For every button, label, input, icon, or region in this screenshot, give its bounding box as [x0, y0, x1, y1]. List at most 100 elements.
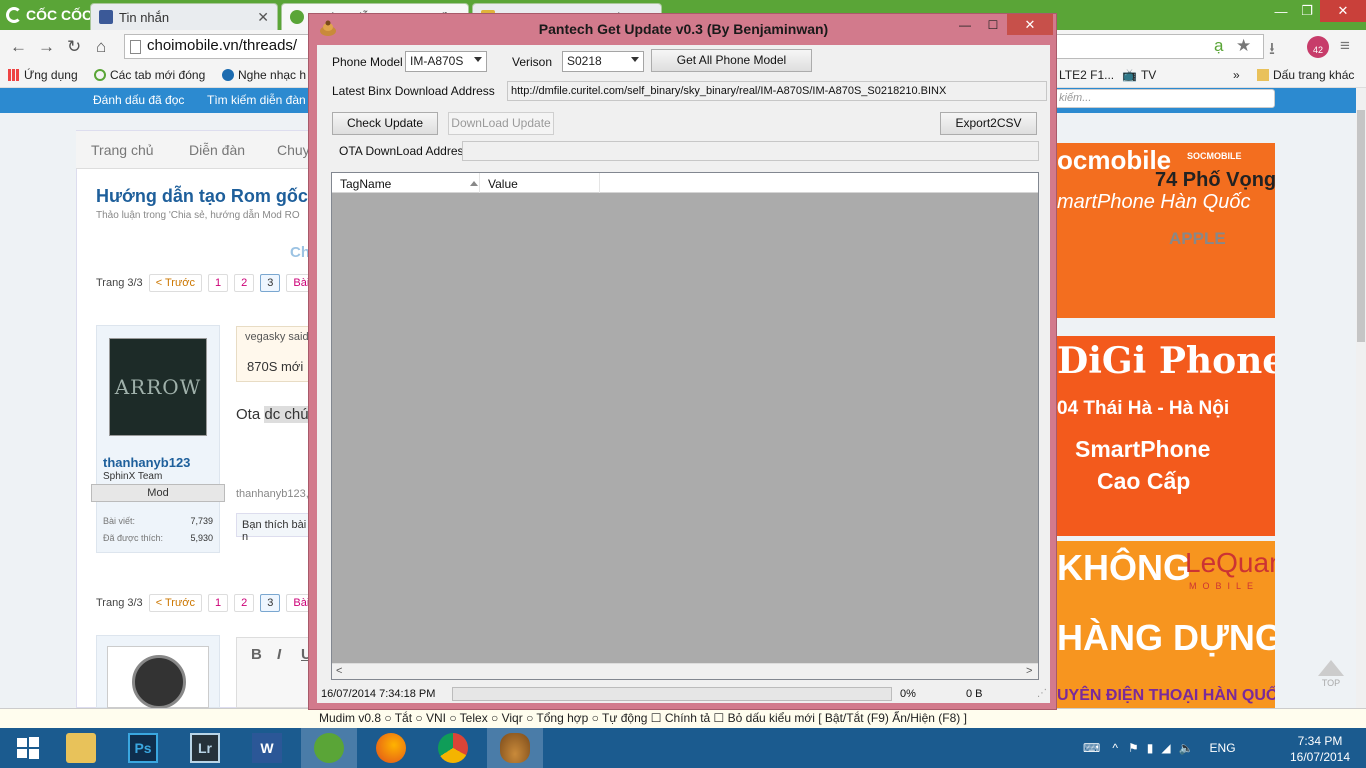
version-select[interactable]: S0218 [562, 51, 644, 72]
flag-icon[interactable]: ⚑ [1128, 741, 1139, 755]
taskbar-chrome[interactable] [425, 728, 481, 768]
taskbar-explorer[interactable] [53, 728, 109, 768]
battery-icon[interactable]: ▮ [1147, 741, 1154, 755]
column-header-tagname[interactable]: TagName [332, 173, 480, 193]
start-button[interactable] [0, 728, 56, 768]
resize-grip-icon[interactable]: ⋰ [1037, 688, 1047, 699]
bookmark-other[interactable]: Dấu trang khác [1257, 68, 1354, 82]
page-link-current[interactable]: 3 [260, 274, 281, 292]
bold-button[interactable]: B [251, 646, 262, 663]
horizontal-scrollbar[interactable]: < > [332, 663, 1038, 679]
coccoc-a-icon[interactable]: ạ [1214, 36, 1223, 56]
site-search-input[interactable]: kiếm... [1050, 89, 1275, 108]
page-indicator: Trang 3/3 [96, 277, 143, 289]
breadcrumb-category[interactable]: Chuy [277, 142, 310, 158]
bookmark-star-icon[interactable]: ★ [1236, 36, 1251, 56]
nav-search-forum[interactable]: Tìm kiếm diễn đàn [207, 93, 306, 107]
taskbar-firefox[interactable] [363, 728, 419, 768]
quote-author[interactable]: vegasky said [245, 331, 309, 343]
coccoc-icon [314, 733, 344, 763]
taskbar-lightroom[interactable]: Lr [177, 728, 233, 768]
ime-options[interactable]: Mudim v0.8 ○ Tắt ○ VNI ○ Telex ○ Viqr ○ … [319, 711, 967, 725]
app-close-button[interactable]: ✕ [1007, 14, 1053, 35]
browser-close-button[interactable]: ✕ [1320, 0, 1366, 22]
windows-taskbar: Ps Lr W ⌨ ^ ⚑ ▮ ◢ 🔈 ENG [0, 728, 1366, 768]
reload-icon[interactable]: ↻ [67, 37, 81, 57]
section-heading: Ch [290, 244, 310, 261]
page-link[interactable]: 1 [208, 594, 229, 612]
page-link[interactable]: 1 [208, 274, 229, 292]
taskbar-photoshop[interactable]: Ps [115, 728, 171, 768]
app-title: Pantech Get Update v0.3 (By Benjaminwan) [538, 21, 829, 37]
back-icon[interactable]: ← [10, 37, 27, 57]
bookmark-lte2[interactable]: LTE2 F1... [1059, 68, 1114, 82]
column-header-value[interactable]: Value [480, 173, 600, 193]
taskbar-word[interactable]: W [239, 728, 295, 768]
app-minimize-icon[interactable]: — [951, 14, 979, 36]
folder-icon [1257, 69, 1269, 81]
check-update-button[interactable]: Check Update [332, 112, 438, 135]
ad-banner-lequan[interactable]: KHÔNG LeQuan MOBILE HÀNG DỰNG UYÊN ĐIỆN … [1057, 541, 1275, 708]
browser-logo[interactable]: CỐC CỐC [6, 4, 92, 26]
word-icon: W [252, 733, 282, 763]
restore-icon[interactable]: ❐ [1292, 0, 1322, 22]
avatar[interactable]: ARROW [109, 338, 207, 436]
bookmark-apps[interactable]: Ứng dụng [8, 68, 78, 82]
home-icon[interactable]: ⌂ [96, 37, 106, 57]
reply-editor[interactable]: B I U [236, 637, 316, 708]
bookmark-music[interactable]: Nghe nhạc h [222, 68, 306, 82]
taskbar-coccoc[interactable] [301, 728, 357, 768]
ota-address-field[interactable] [462, 141, 1039, 161]
breadcrumb-forum[interactable]: Diễn đàn [189, 142, 245, 158]
notification-icon[interactable]: 42 [1307, 36, 1329, 58]
taskbar-clock[interactable]: 7:34 PM 16/07/2014 [1288, 733, 1352, 765]
prev-page-link[interactable]: < Trước [148, 274, 203, 292]
get-all-phone-model-button[interactable]: Get All Phone Model [651, 49, 812, 72]
tag-list-view[interactable]: TagName Value < > [331, 172, 1039, 680]
italic-button[interactable]: I [277, 646, 281, 663]
tray-overflow-icon[interactable]: ^ [1112, 741, 1118, 755]
user-title: SphinX Team [103, 471, 163, 482]
close-icon[interactable]: ✕ [257, 9, 269, 26]
scrollbar-thumb[interactable] [1357, 110, 1365, 342]
ad-banner-digiphone[interactable]: DiGi Phone 04 Thái Hà - Hà Nội SmartPhon… [1057, 336, 1275, 536]
post-text-part: Ota [236, 406, 265, 423]
download-icon[interactable]: ⭳ [1269, 36, 1275, 65]
bookmark-recent-tabs[interactable]: Các tab mới đóng [94, 68, 205, 82]
post-meta[interactable]: thanhanyb123, [236, 488, 309, 500]
bookmark-tv[interactable]: 📺 TV [1122, 68, 1156, 82]
taskbar-pantech-app[interactable] [487, 728, 543, 768]
forward-icon[interactable]: → [38, 37, 55, 57]
language-indicator[interactable]: ENG [1210, 741, 1236, 755]
page-scrollbar[interactable] [1356, 88, 1366, 708]
nav-mark-read[interactable]: Đánh dấu đã đọc [93, 93, 184, 107]
menu-icon[interactable]: ≡ [1340, 36, 1350, 56]
phone-model-select[interactable]: IM-A870S [405, 51, 487, 72]
bookmark-overflow[interactable]: » [1233, 68, 1240, 82]
export-csv-button[interactable]: Export2CSV [940, 112, 1037, 135]
page-link[interactable]: 2 [234, 594, 255, 612]
prev-page-link[interactable]: < Trước [148, 594, 203, 612]
keyboard-icon[interactable]: ⌨ [1083, 741, 1100, 755]
folder-icon [66, 733, 96, 763]
phone-model-value: IM-A870S [410, 54, 464, 68]
wifi-icon[interactable]: ◢ [1161, 741, 1170, 755]
tab-messages[interactable]: Tin nhắn ✕ [90, 3, 278, 30]
latest-binx-field[interactable]: http://dmfile.curitel.com/self_binary/sk… [507, 81, 1047, 101]
scroll-left-icon[interactable]: < [336, 665, 342, 677]
download-update-button[interactable]: DownLoad Update [448, 112, 554, 135]
volume-icon[interactable]: 🔈 [1179, 741, 1194, 755]
avatar[interactable] [107, 646, 209, 709]
scroll-right-icon[interactable]: > [1026, 665, 1032, 677]
lightroom-icon: Lr [190, 733, 220, 763]
username[interactable]: thanhanyb123 [103, 455, 190, 470]
page-link[interactable]: 2 [234, 274, 255, 292]
mudim-ime-bar[interactable]: Mudim v0.8 ○ Tắt ○ VNI ○ Telex ○ Viqr ○ … [0, 708, 1366, 728]
breadcrumb: Trang chủ Diễn đàn Chuy [76, 131, 316, 169]
breadcrumb-home[interactable]: Trang chủ [91, 142, 154, 158]
back-to-top-button[interactable]: TOP [1316, 660, 1346, 694]
ad-banner-socmobile[interactable]: ocmobile SOCMOBILE 74 Phố Vọng martPhone… [1057, 143, 1275, 318]
music-icon [222, 69, 234, 81]
app-maximize-icon[interactable]: ☐ [979, 14, 1007, 36]
page-link-current[interactable]: 3 [260, 594, 281, 612]
